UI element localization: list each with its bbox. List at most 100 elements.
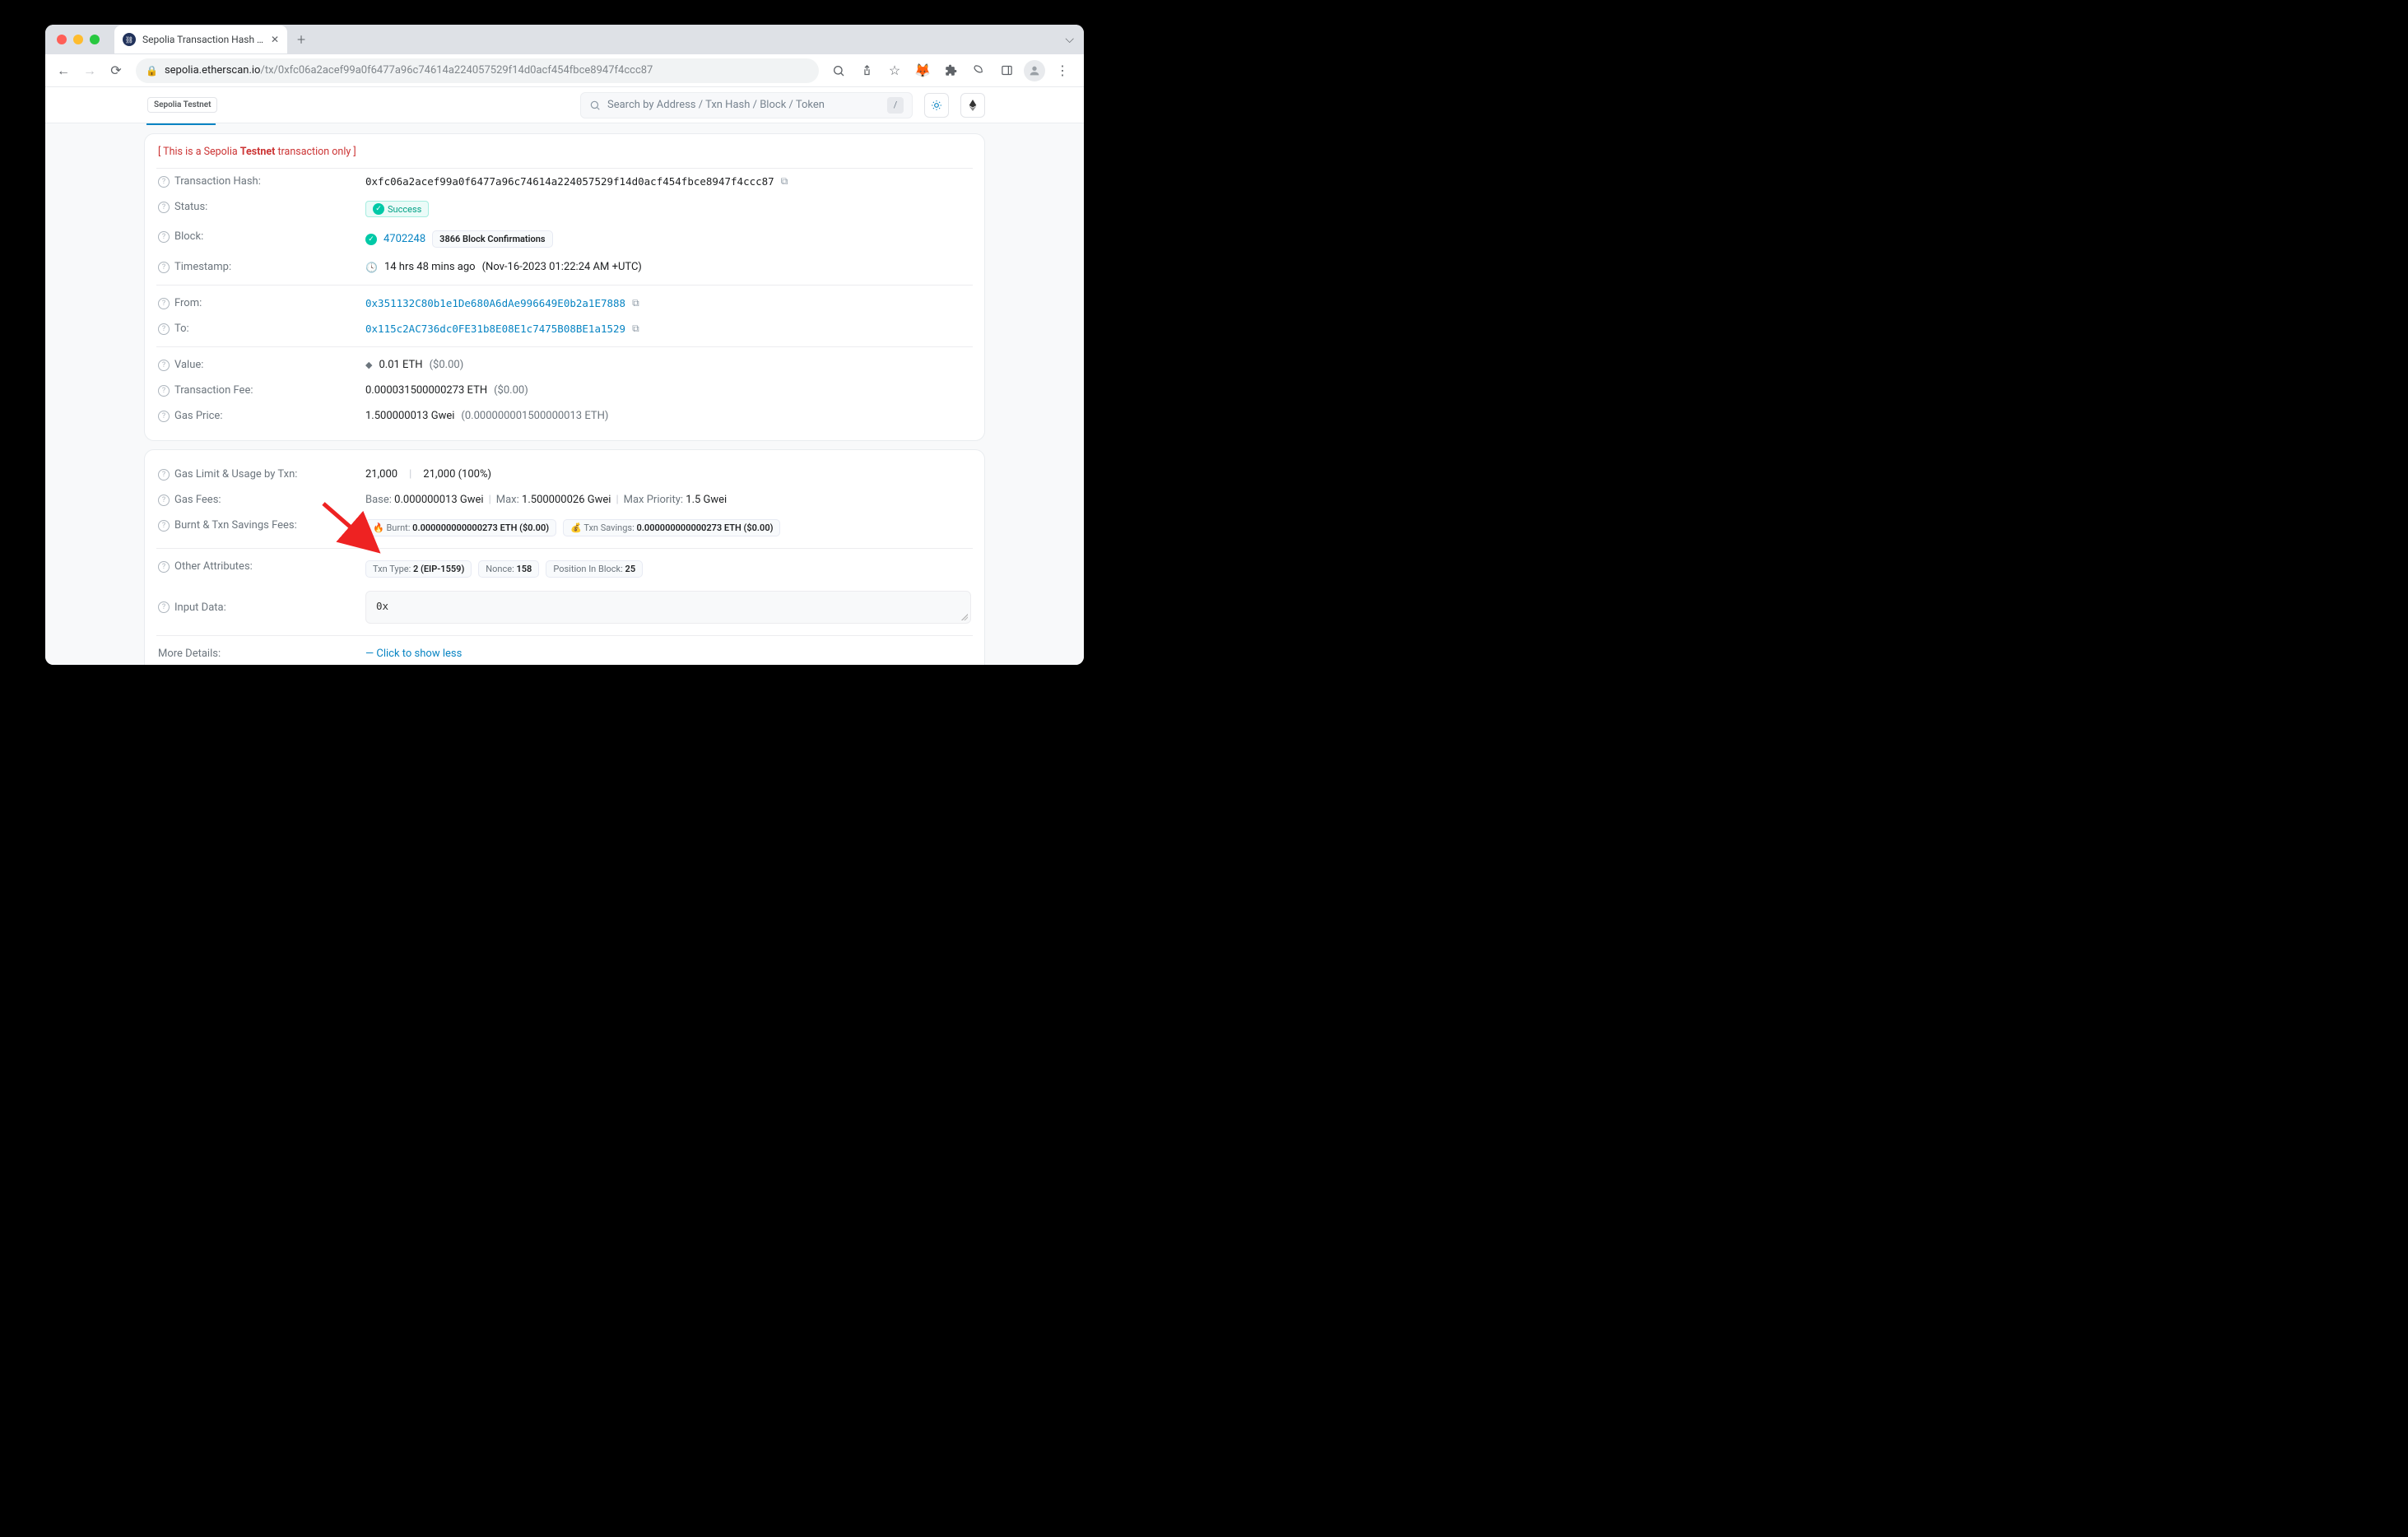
burnt-pill: 🔥 Burnt: 0.000000000000273 ETH ($0.00) — [365, 519, 556, 536]
avatar-icon — [1024, 60, 1045, 81]
show-less-link[interactable]: — Click to show less — [365, 648, 462, 660]
copy-icon[interactable]: ⧉ — [781, 175, 788, 188]
window-minimize[interactable] — [73, 35, 83, 44]
row-gas-fees: ?Gas Fees: Base: 0.000000013 Gwei | Max:… — [145, 487, 984, 513]
favicon-icon: ⛓ — [123, 33, 136, 46]
gas-price-eth: (0.000000001500000013 ETH) — [461, 410, 608, 422]
search-input[interactable]: Search by Address / Txn Hash / Block / T… — [580, 92, 913, 118]
browser-window: ⛓ Sepolia Transaction Hash (Txh ✕ + ⌵ ← … — [45, 25, 1084, 665]
browser-tab[interactable]: ⛓ Sepolia Transaction Hash (Txh ✕ — [114, 26, 287, 53]
toolbar-actions: ☆ 🦊 ⋮ — [827, 59, 1077, 82]
lock-icon: 🔒 — [146, 65, 158, 77]
label: Input Data: — [174, 601, 226, 614]
help-icon[interactable]: ? — [158, 561, 170, 573]
extensions-icon[interactable] — [939, 59, 962, 82]
search-placeholder: Search by Address / Txn Hash / Block / T… — [607, 99, 881, 111]
input-data-box[interactable]: 0x — [365, 591, 971, 624]
tab-title: Sepolia Transaction Hash (Txh — [142, 34, 264, 45]
help-icon[interactable]: ? — [158, 520, 170, 532]
check-icon: ✓ — [365, 234, 377, 245]
reload-button[interactable]: ⟳ — [105, 59, 128, 82]
window-close[interactable] — [57, 35, 67, 44]
leaf-icon[interactable] — [967, 59, 990, 82]
help-icon[interactable]: ? — [158, 601, 170, 613]
label: Other Attributes: — [174, 560, 253, 573]
resize-handle[interactable] — [961, 614, 968, 620]
help-icon[interactable]: ? — [158, 495, 170, 506]
testnet-notice: [ This is a Sepolia Testnet transaction … — [145, 146, 984, 168]
row-hash: ?Transaction Hash: 0xfc06a2acef99a0f6477… — [145, 169, 984, 194]
help-icon[interactable]: ? — [158, 176, 170, 188]
ether-price-button[interactable] — [960, 93, 985, 118]
block-link[interactable]: 4702248 — [384, 233, 425, 245]
value-eth: 0.01 ETH — [379, 359, 422, 371]
profile-button[interactable] — [1023, 59, 1046, 82]
txn-type-pill: Txn Type: 2 (EIP-1559) — [365, 560, 472, 578]
txn-hash: 0xfc06a2acef99a0f6477a96c74614a224057529… — [365, 175, 774, 188]
url-text: sepolia.etherscan.io/tx/0xfc06a2acef99a0… — [165, 64, 653, 77]
help-icon[interactable]: ? — [158, 323, 170, 335]
forward-button[interactable]: → — [78, 59, 101, 82]
back-button[interactable]: ← — [52, 59, 75, 82]
help-icon[interactable]: ? — [158, 231, 170, 243]
label: Burnt & Txn Savings Fees: — [174, 519, 297, 532]
label: Transaction Fee: — [174, 384, 253, 397]
metamask-icon[interactable]: 🦊 — [911, 59, 934, 82]
help-icon[interactable]: ? — [158, 469, 170, 481]
label: Status: — [174, 201, 207, 213]
copy-icon[interactable]: ⧉ — [632, 323, 639, 335]
timestamp-absolute: (Nov-16-2023 01:22:24 AM +UTC) — [482, 261, 642, 273]
label: Gas Fees: — [174, 494, 221, 506]
bookmark-icon[interactable]: ☆ — [883, 59, 906, 82]
menu-icon[interactable]: ⋮ — [1051, 59, 1074, 82]
share-icon[interactable] — [855, 59, 878, 82]
traffic-lights — [57, 35, 100, 44]
active-tab-indicator — [146, 123, 216, 125]
tab-bar: ⛓ Sepolia Transaction Hash (Txh ✕ + ⌵ — [45, 25, 1084, 54]
row-block: ?Block: ✓ 4702248 3866 Block Confirmatio… — [145, 224, 984, 254]
status-badge: ✓ Success — [365, 201, 429, 217]
site-header: Sepolia Testnet Search by Address / Txn … — [45, 87, 1084, 123]
timestamp-relative: 14 hrs 48 mins ago — [384, 261, 476, 273]
ethereum-icon: ◆ — [365, 360, 372, 370]
fee-eth: 0.000031500000273 ETH — [365, 384, 487, 397]
label: From: — [174, 297, 202, 309]
help-icon[interactable]: ? — [158, 298, 170, 309]
close-icon[interactable]: ✕ — [271, 34, 279, 45]
row-input: ? Input Data: 0x — [145, 584, 984, 630]
help-icon[interactable]: ? — [158, 385, 170, 397]
from-address[interactable]: 0x351132C80b1e1De680A6dAe996649E0b2a1E78… — [365, 297, 625, 309]
help-icon[interactable]: ? — [158, 411, 170, 422]
help-icon[interactable]: ? — [158, 262, 170, 273]
row-fee: ?Transaction Fee: 0.000031500000273 ETH … — [145, 378, 984, 403]
window-zoom[interactable] — [90, 35, 100, 44]
tabs-dropdown-icon[interactable]: ⌵ — [1065, 33, 1074, 46]
row-burnt: ? Burnt & Txn Savings Fees: 🔥 Burnt: 0.00… — [145, 513, 984, 543]
search-icon — [589, 100, 601, 111]
value-usd: ($0.00) — [430, 359, 464, 371]
row-more: More Details: — Click to show less — [145, 641, 984, 665]
slash-shortcut: / — [887, 97, 904, 114]
new-tab-button[interactable]: + — [297, 31, 305, 49]
ethereum-icon — [969, 100, 977, 111]
network-badge: Sepolia Testnet — [147, 97, 217, 113]
to-address[interactable]: 0x115c2AC736dc0FE31b8E08E1c7475B08BE1a15… — [365, 323, 625, 335]
nonce-pill: Nonce: 158 — [478, 560, 539, 578]
help-icon[interactable]: ? — [158, 202, 170, 213]
row-gas-limit: ?Gas Limit & Usage by Txn: 21,000 | 21,0… — [145, 462, 984, 487]
position-pill: Position In Block: 25 — [546, 560, 643, 578]
copy-icon[interactable]: ⧉ — [632, 297, 639, 309]
search-icon[interactable] — [827, 59, 850, 82]
row-to: ? To: 0x115c2AC736dc0FE31b8E08E1c7475B08B… — [145, 316, 984, 341]
theme-toggle[interactable] — [924, 93, 949, 118]
label: Gas Price: — [174, 410, 222, 422]
address-bar[interactable]: 🔒 sepolia.etherscan.io/tx/0xfc06a2acef99… — [136, 58, 819, 83]
help-icon[interactable]: ? — [158, 360, 170, 371]
fee-usd: ($0.00) — [494, 384, 528, 397]
label: More Details: — [158, 648, 221, 660]
clock-icon: 🕓 — [365, 262, 378, 273]
page-viewport: Sepolia Testnet Search by Address / Txn … — [45, 87, 1084, 665]
label: Block: — [174, 230, 203, 243]
label: To: — [174, 323, 189, 335]
sidepanel-icon[interactable] — [995, 59, 1018, 82]
